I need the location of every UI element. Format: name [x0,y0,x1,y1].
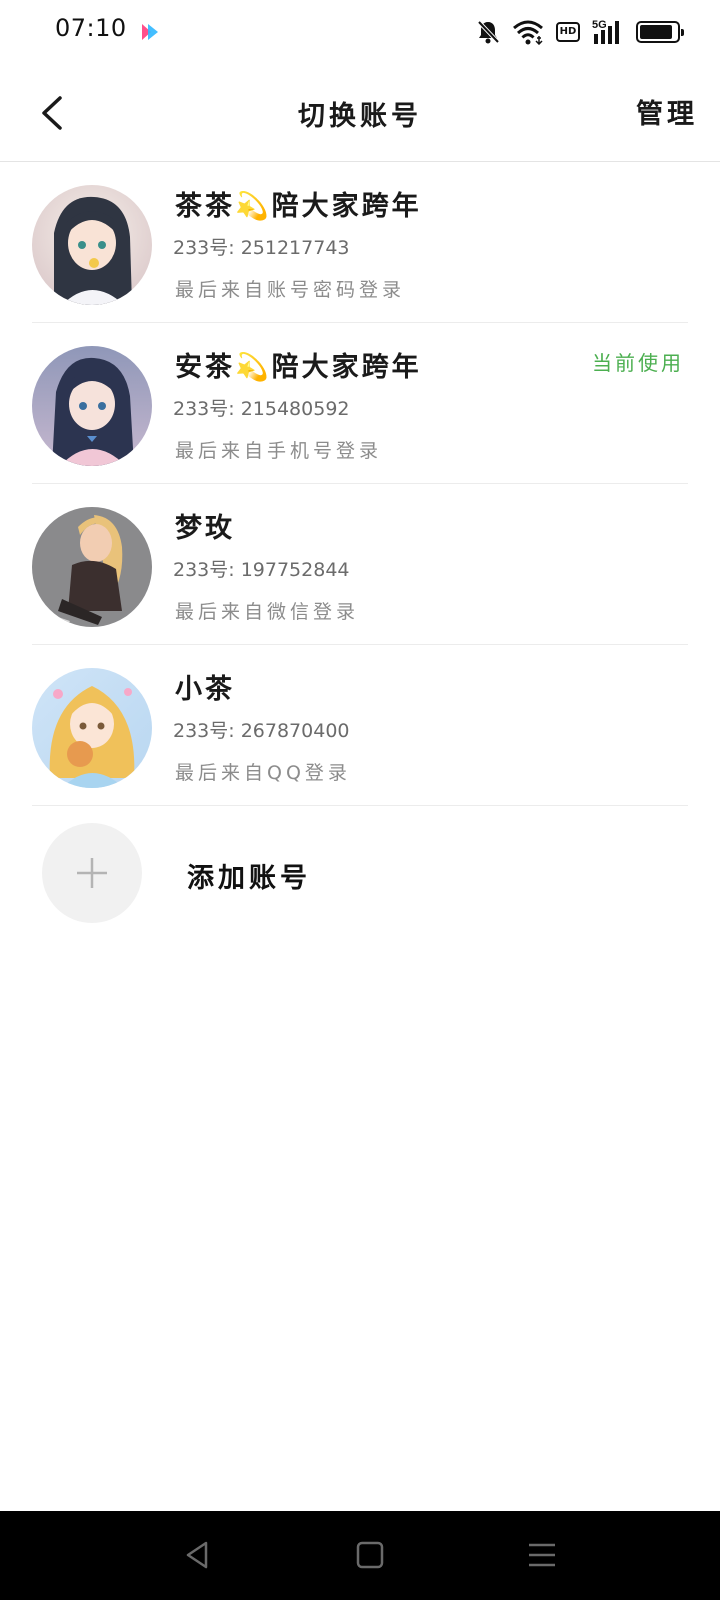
add-account-label: 添加账号 [187,863,311,894]
account-login-method: 最后来自微信登录 [175,601,360,623]
mute-bell-icon [477,20,500,44]
avatar [32,346,152,466]
account-id: 233号: 251217743 [173,237,350,259]
battery-icon [636,21,684,43]
hd-icon: HD [556,22,580,42]
page-title: 切换账号 [298,101,422,132]
header: 切换账号 管理 [0,64,720,162]
manage-button[interactable]: 管理 [636,92,698,131]
system-nav-bar [0,1511,720,1600]
add-account-circle[interactable] [42,823,142,923]
status-time: 07:10 [55,14,127,42]
avatar [32,668,152,788]
account-login-method: 最后来自手机号登录 [175,440,383,462]
account-name: 梦玫 [175,513,235,544]
account-name: 安茶💫陪大家跨年 [175,352,422,383]
account-id: 233号: 215480592 [173,398,350,420]
avatar [32,185,152,305]
account-name: 小茶 [175,674,235,705]
account-item[interactable]: 茶茶💫陪大家跨年 233号: 251217743 最后来自账号密码登录 [0,162,720,323]
app-logo-icon [142,24,158,40]
plus-icon [77,858,107,888]
avatar [32,507,152,627]
status-icons: HD 5G [476,16,684,48]
menu-lines-icon[interactable] [524,1537,560,1573]
wifi-icon [513,20,543,45]
account-login-method: 最后来自账号密码登录 [175,279,406,301]
account-login-method: 最后来自QQ登录 [175,762,351,784]
account-item[interactable]: 小茶 233号: 267870400 最后来自QQ登录 [0,645,720,806]
account-item[interactable]: 安茶💫陪大家跨年 233号: 215480592 最后来自手机号登录 当前使用 [0,323,720,484]
account-item[interactable]: 梦玫 233号: 197752844 最后来自微信登录 [0,484,720,645]
add-account-button[interactable]: 添加账号 [0,823,720,923]
current-account-badge: 当前使用 [592,351,684,375]
account-name: 茶茶💫陪大家跨年 [175,191,422,222]
account-id: 233号: 267870400 [173,720,350,742]
home-square-icon[interactable] [352,1537,388,1573]
account-id: 233号: 197752844 [173,559,350,581]
back-triangle-icon[interactable] [180,1537,216,1573]
account-list: 茶茶💫陪大家跨年 233号: 251217743 最后来自账号密码登录 安茶💫陪… [0,162,720,806]
status-bar: 07:10 HD 5G [0,0,720,64]
network-type-label: 5G [592,19,607,31]
signal-icon: 5G [592,19,619,44]
